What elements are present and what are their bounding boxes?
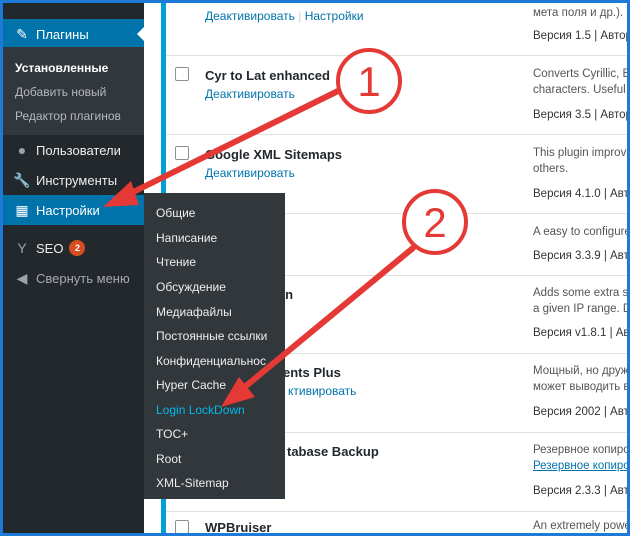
annotation-overlay: 1 2 — [103, 48, 468, 407]
annotation-number-1: 1 — [357, 58, 380, 105]
annotation-arrow-2 — [232, 245, 416, 398]
annotation-arrowhead-1 — [103, 181, 139, 207]
screenshot-frame: ✎ Плагины Установленные Добавить новый Р… — [0, 0, 630, 536]
annotation-arrow-1 — [112, 88, 341, 204]
annotation-number-2: 2 — [423, 199, 446, 246]
